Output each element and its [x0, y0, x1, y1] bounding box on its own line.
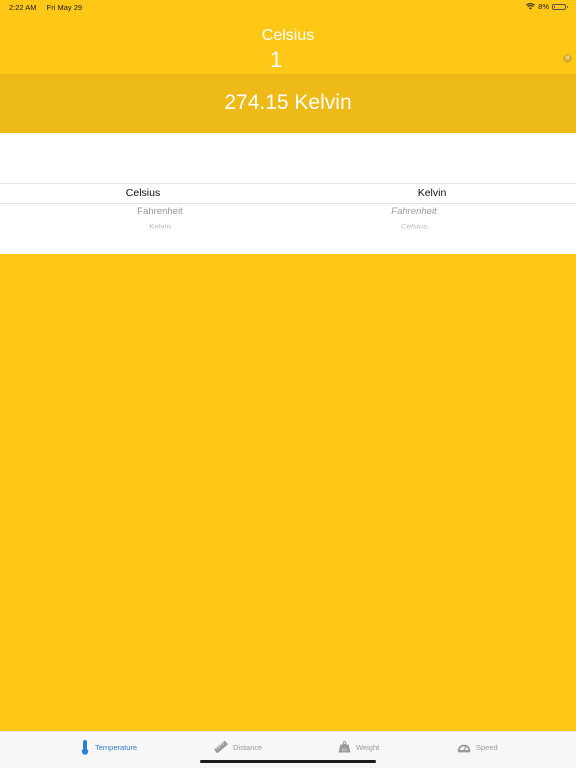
status-date: Fri May 29 — [46, 3, 83, 12]
tab-label-weight: Weight — [356, 742, 380, 752]
from-unit-label: Celsius — [261, 27, 315, 44]
battery-percent: 8% — [538, 2, 549, 11]
tab-label-speed: Speed — [476, 742, 498, 752]
picker-option-from[interactable]: Fahrenheit — [16, 206, 304, 216]
svg-text:KG: KG — [342, 748, 347, 752]
battery-icon — [552, 3, 568, 10]
home-indicator[interactable] — [200, 760, 376, 763]
battery-fill — [554, 5, 555, 8]
picker-selected-from[interactable]: Celsius — [0, 187, 287, 199]
tab-weight[interactable]: KG Weight — [338, 738, 379, 756]
picker-selected-to[interactable]: Kelvin — [288, 187, 576, 199]
weight-icon: KG — [338, 741, 351, 753]
result-band: 274.15 Kelvin — [0, 74, 576, 133]
wifi-icon — [526, 3, 536, 10]
status-bar: 2:22 AM Fri May 29 8% — [0, 0, 576, 14]
clear-icon[interactable]: ✕ — [563, 54, 572, 63]
result-text: 274.15 Kelvin — [224, 91, 352, 114]
to-unit-wheel[interactable]: Kelvin Fahrenheit Celsius — [288, 133, 576, 254]
tab-label-temperature: Temperature — [95, 742, 138, 752]
speedometer-icon — [457, 744, 471, 753]
ruler-icon — [214, 740, 228, 754]
tab-distance[interactable]: Distance — [214, 738, 262, 756]
unit-picker[interactable]: Celsius Fahrenheit Kelvin Kelvin Fahrenh… — [0, 133, 576, 254]
picker-option-to[interactable]: Fahrenheit — [270, 206, 558, 216]
tab-temperature[interactable]: Temperature — [80, 738, 137, 756]
status-time: 2:22 AM — [9, 3, 37, 12]
value-input[interactable] — [270, 47, 570, 73]
tab-speed[interactable]: Speed — [457, 738, 498, 756]
from-unit-wheel[interactable]: Celsius Fahrenheit Kelvin — [0, 133, 288, 254]
converter-header: Celsius ✕ — [0, 14, 576, 74]
picker-option-from-2[interactable]: Kelvin — [16, 223, 304, 230]
picker-option-to-2[interactable]: Celsius — [270, 223, 558, 230]
status-left: 2:22 AM Fri May 29 — [9, 3, 90, 12]
thermometer-icon — [81, 740, 89, 755]
tab-label-distance: Distance — [233, 742, 263, 752]
status-right: 8% — [526, 2, 568, 11]
